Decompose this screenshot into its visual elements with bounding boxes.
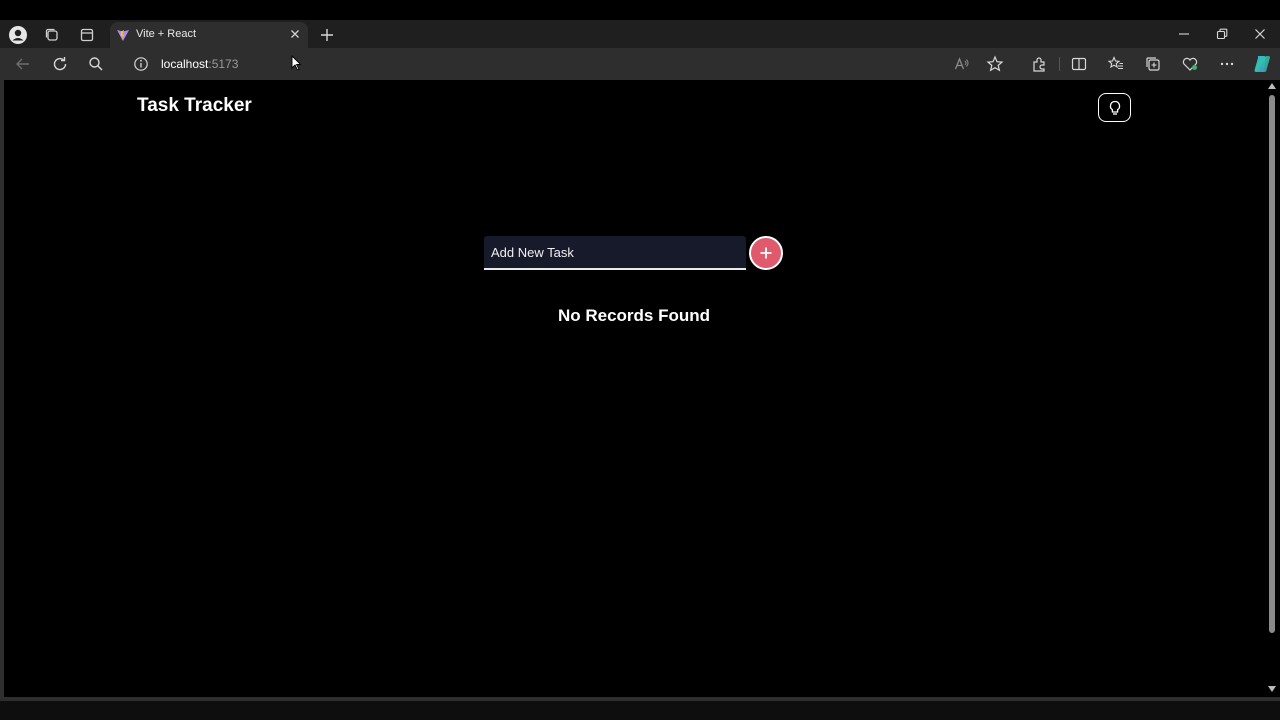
app-title: Task Tracker	[137, 95, 252, 116]
close-tab-icon[interactable]	[288, 27, 302, 41]
mouse-pointer-icon	[291, 55, 301, 71]
workspaces-icon[interactable]	[41, 24, 63, 46]
tab-title: Vite + React	[136, 28, 197, 40]
search-icon[interactable]	[87, 55, 105, 73]
minimize-icon[interactable]	[1176, 26, 1192, 42]
favorites-icon[interactable]	[1107, 55, 1125, 73]
close-window-icon[interactable]	[1252, 26, 1268, 42]
scroll-up-arrow-icon[interactable]	[1268, 83, 1276, 89]
refresh-icon[interactable]	[51, 55, 69, 73]
site-info-icon[interactable]	[133, 56, 149, 72]
split-screen-icon[interactable]	[1070, 55, 1088, 73]
add-task-button[interactable]	[749, 236, 783, 270]
vite-favicon-icon	[117, 30, 129, 41]
copilot-icon[interactable]	[1252, 54, 1272, 74]
tab-actions-icon[interactable]	[76, 24, 98, 46]
new-task-input[interactable]	[484, 236, 746, 270]
url-host: localhost	[161, 57, 209, 71]
toolbar-separator	[1059, 57, 1060, 71]
browser-tab-bar: Vite + React	[0, 20, 1280, 48]
scroll-down-arrow-icon[interactable]	[1268, 686, 1276, 692]
screen-bottom-strip	[0, 701, 1280, 720]
more-options-icon[interactable]	[1218, 55, 1236, 73]
restore-icon[interactable]	[1214, 26, 1230, 42]
theme-toggle-button[interactable]	[1098, 93, 1131, 122]
url-text: localhost:5173	[161, 57, 238, 71]
scroll-thumb[interactable]	[1269, 95, 1275, 633]
browser-essentials-icon[interactable]	[1181, 55, 1199, 73]
browser-toolbar: localhost:5173	[0, 48, 1280, 80]
back-icon[interactable]	[14, 55, 32, 73]
read-aloud-icon[interactable]	[953, 55, 971, 73]
collections-icon[interactable]	[1144, 55, 1162, 73]
lightbulb-icon	[1109, 100, 1120, 115]
url-port: :5173	[208, 57, 239, 71]
page-scrollbar[interactable]	[1264, 80, 1280, 697]
page-viewport: Task Tracker No Records Found	[4, 80, 1264, 697]
plus-icon	[760, 247, 772, 259]
favorite-star-icon[interactable]	[986, 55, 1004, 73]
profile-icon[interactable]	[7, 24, 29, 46]
tab-vite-react[interactable]: Vite + React	[110, 22, 308, 48]
new-tab-icon[interactable]	[318, 26, 336, 44]
extensions-icon[interactable]	[1031, 55, 1049, 73]
empty-state-message: No Records Found	[557, 306, 711, 325]
address-bar[interactable]: localhost:5173	[121, 52, 1026, 76]
screen-top-strip	[0, 0, 1280, 20]
